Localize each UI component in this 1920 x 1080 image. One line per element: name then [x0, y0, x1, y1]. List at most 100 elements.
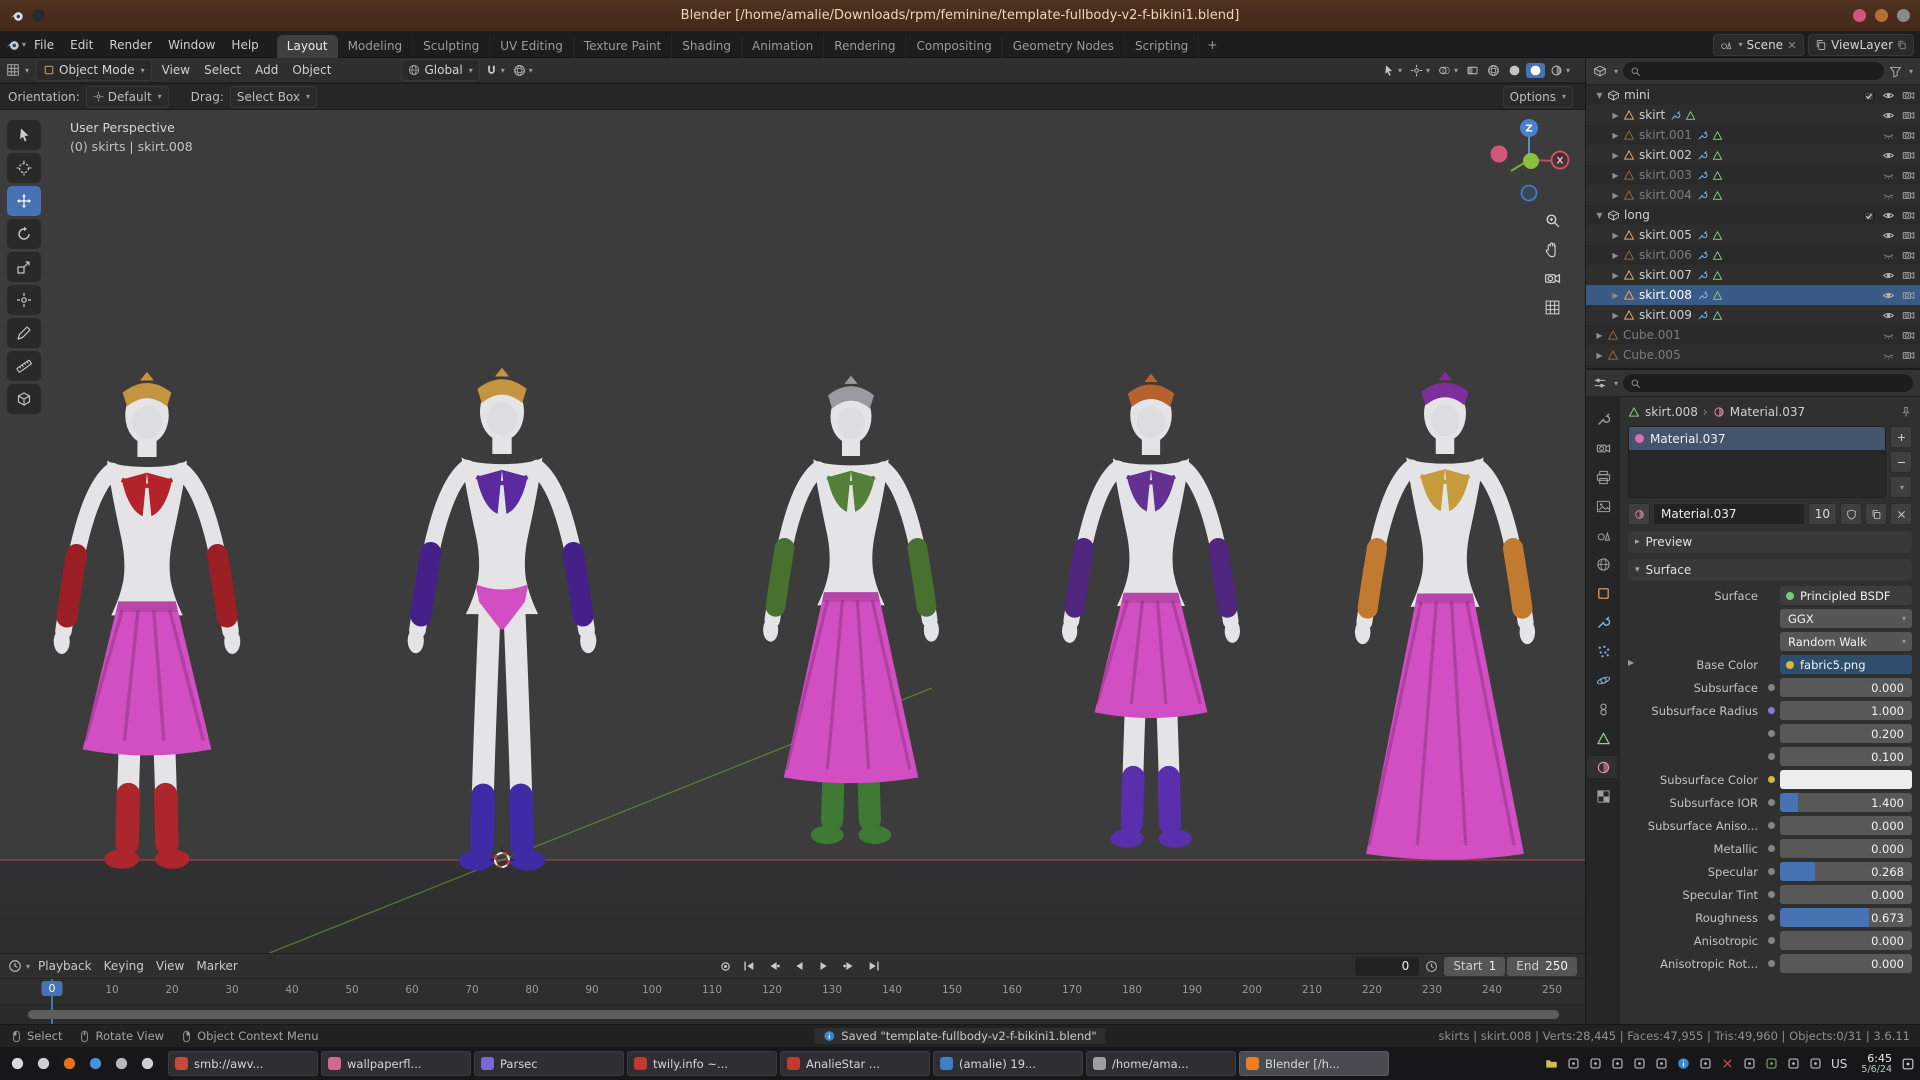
hide-viewport-toggle[interactable]	[1882, 108, 1895, 122]
outliner-item-label[interactable]: skirt.005	[1639, 228, 1692, 242]
outliner-item-label[interactable]: Cube.001	[1623, 328, 1681, 342]
disable-render-toggle[interactable]	[1902, 268, 1915, 282]
prev-keyframe-button[interactable]	[763, 957, 785, 975]
decorator-dot[interactable]	[1768, 799, 1775, 806]
tray-icon-files[interactable]	[1543, 1056, 1559, 1072]
properties-tab-view-layer[interactable]	[1589, 495, 1617, 517]
add-workspace-button[interactable]: +	[1199, 35, 1225, 55]
hide-viewport-toggle[interactable]	[1882, 288, 1895, 302]
outliner-item-label[interactable]: skirt.009	[1639, 308, 1692, 322]
task-button-amalie-19[interactable]: (amalie) 19...	[933, 1051, 1083, 1076]
window-titlebar[interactable]: Blender [/home/amalie/Downloads/rpm/femi…	[0, 0, 1920, 32]
launcher-terminal[interactable]	[109, 1051, 133, 1077]
outliner-row-skirt-003[interactable]: ▶skirt.003	[1586, 165, 1920, 185]
preview-range-icon[interactable]	[1425, 960, 1438, 973]
tool-transform[interactable]	[7, 285, 41, 315]
disclosure-triangle-icon[interactable]: ▶	[1608, 271, 1623, 280]
duplicate-material-button[interactable]	[1865, 503, 1887, 525]
hide-viewport-toggle[interactable]	[1882, 188, 1895, 202]
preview-section-header[interactable]: ▸ Preview	[1628, 531, 1912, 553]
outliner-row-mini[interactable]: ▼mini	[1586, 85, 1920, 105]
disclosure-triangle-icon[interactable]: ▶	[1608, 251, 1623, 260]
task-button-twily-info[interactable]: twily.info ~...	[627, 1051, 777, 1076]
decorator-dot[interactable]	[1768, 914, 1775, 921]
viewport-menu-view[interactable]: View	[155, 61, 197, 79]
decorator-dot[interactable]	[1768, 960, 1775, 967]
shader-field[interactable]: Principled BSDF	[1780, 586, 1912, 605]
workspace-tab-modeling[interactable]: Modeling	[338, 35, 414, 58]
breadcrumb-material[interactable]: Material.037	[1730, 405, 1805, 419]
new-view-layer-icon[interactable]	[1897, 40, 1907, 50]
jump-to-start-button[interactable]	[738, 957, 760, 975]
slider-field[interactable]: 1.000	[1780, 701, 1912, 720]
task-button-analiestar[interactable]: AnalieStar ...	[780, 1051, 930, 1076]
keyboard-layout-indicator[interactable]: US	[1826, 1057, 1852, 1071]
decorator-dot[interactable]	[1768, 776, 1775, 783]
scene-unlink-icon[interactable]	[1787, 40, 1797, 50]
notifications-icon[interactable]	[1901, 1057, 1915, 1071]
shading-wireframe-button[interactable]	[1484, 62, 1503, 79]
disclosure-triangle-icon[interactable]: ▶	[1608, 311, 1623, 320]
disclosure-triangle-icon[interactable]: ▶	[1608, 171, 1623, 180]
color-swatch[interactable]	[1780, 770, 1912, 789]
snap-toggle[interactable]: ▾	[482, 62, 508, 79]
workspace-tab-sculpting[interactable]: Sculpting	[413, 35, 490, 58]
shading-solid-button[interactable]	[1505, 62, 1524, 79]
shading-rendered-button[interactable]: ▾	[1547, 62, 1573, 79]
figure-green[interactable]	[763, 376, 939, 844]
workspace-tab-rendering[interactable]: Rendering	[824, 35, 906, 58]
window-close-button[interactable]	[1897, 9, 1910, 22]
outliner-row-cube-001[interactable]: ▶Cube.001	[1586, 325, 1920, 345]
outliner-row-skirt-001[interactable]: ▶skirt.001	[1586, 125, 1920, 145]
material-slot-list[interactable]: Material.037	[1628, 426, 1886, 498]
outliner-row-skirt-008[interactable]: ▶skirt.008	[1586, 285, 1920, 305]
tool-scale[interactable]	[7, 252, 41, 282]
properties-tab-modifiers[interactable]	[1589, 611, 1617, 633]
tool-add-cube[interactable]	[7, 384, 41, 414]
users-count-button[interactable]: 10	[1808, 503, 1837, 525]
outliner-row-skirt-004[interactable]: ▶skirt.004	[1586, 185, 1920, 205]
dropdown-field[interactable]: Random Walk▾	[1780, 632, 1912, 651]
tool-annotate[interactable]	[7, 318, 41, 348]
orientation-setting-dropdown[interactable]: Default ▾	[86, 86, 169, 108]
disable-render-toggle[interactable]	[1902, 128, 1915, 142]
workspace-tab-texture-paint[interactable]: Texture Paint	[574, 35, 672, 58]
task-button-smb-awv[interactable]: smb://awv...	[168, 1051, 318, 1076]
launcher-file-manager[interactable]	[31, 1051, 55, 1077]
material-slot-row[interactable]: Material.037	[1629, 427, 1885, 450]
figure-violet[interactable]	[1062, 374, 1240, 848]
workspace-tab-compositing[interactable]: Compositing	[906, 35, 1002, 58]
slider-field[interactable]: 0.000	[1780, 954, 1912, 973]
options-dropdown[interactable]: Options ▾	[1503, 86, 1573, 108]
playhead[interactable]: 0	[42, 981, 63, 996]
outliner-item-label[interactable]: skirt.002	[1639, 148, 1692, 162]
timeline-menu-view[interactable]: View	[150, 957, 190, 975]
outliner-row-cube-005[interactable]: ▶Cube.005	[1586, 345, 1920, 365]
material-name-field[interactable]: Material.037	[1653, 503, 1805, 525]
slider-field[interactable]: 0.000	[1780, 816, 1912, 835]
menu-render[interactable]: Render	[101, 35, 160, 55]
timeline-menu-playback[interactable]: Playback	[32, 957, 98, 975]
remove-slot-button[interactable]	[1890, 451, 1912, 473]
blender-menu-icon[interactable]	[6, 38, 20, 52]
filter-icon[interactable]	[1889, 65, 1902, 78]
disclosure-triangle-icon[interactable]: ▼	[1592, 91, 1607, 100]
timeline-scroll-thumb[interactable]	[28, 1010, 1559, 1019]
window-maximize-button[interactable]	[1875, 9, 1888, 22]
properties-tab-object[interactable]	[1589, 582, 1617, 604]
selectability-dropdown[interactable]: ▾	[1379, 62, 1405, 79]
disclosure-triangle-icon[interactable]: ▶	[1608, 231, 1623, 240]
play-reverse-button[interactable]	[788, 957, 810, 975]
slider-field[interactable]: 0.000	[1780, 839, 1912, 858]
disable-render-toggle[interactable]	[1902, 288, 1915, 302]
workspace-tab-animation[interactable]: Animation	[742, 35, 824, 58]
add-slot-button[interactable]	[1890, 426, 1912, 448]
properties-tab-constraints[interactable]	[1589, 698, 1617, 720]
slot-specials-button[interactable]: ▾	[1890, 476, 1912, 498]
browse-material-button[interactable]	[1628, 503, 1650, 525]
slider-field[interactable]: 0.673	[1780, 908, 1912, 927]
workspace-tab-shading[interactable]: Shading	[672, 35, 742, 58]
transform-orientation-dropdown[interactable]: Global ▾	[401, 59, 479, 81]
disable-render-toggle[interactable]	[1902, 308, 1915, 322]
outliner-row-skirt-007[interactable]: ▶skirt.007	[1586, 265, 1920, 285]
